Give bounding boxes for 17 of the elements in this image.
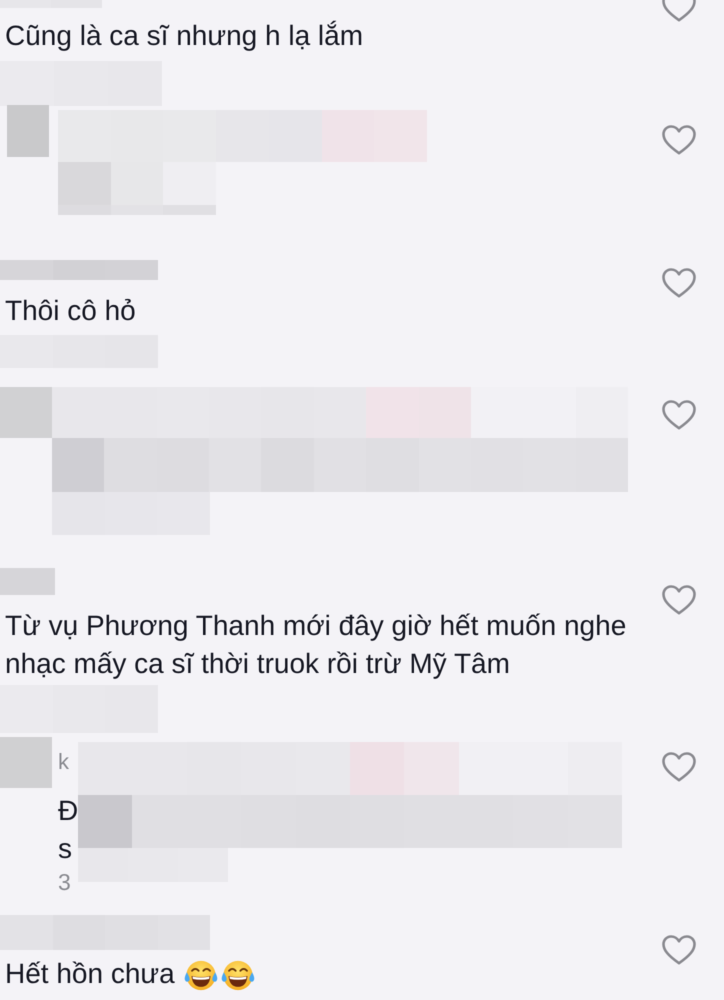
- reply-text: s: [58, 832, 72, 866]
- heart-icon[interactable]: [662, 0, 696, 22]
- comment-text: Thôi cô hỏ: [5, 294, 136, 328]
- heart-icon[interactable]: [662, 268, 696, 298]
- laughing-emoji-icon: [184, 959, 218, 993]
- reply-time: 3: [58, 868, 71, 896]
- heart-icon[interactable]: [662, 752, 696, 782]
- comment-text: Cũng là ca sĩ nhưng h lạ lắm: [5, 19, 364, 53]
- reply-username: k: [58, 748, 69, 776]
- heart-icon[interactable]: [662, 125, 696, 155]
- reply-text: Đ: [58, 794, 78, 828]
- comment-text: Hết hồn chưa: [5, 957, 175, 991]
- heart-icon[interactable]: [662, 400, 696, 430]
- heart-icon[interactable]: [662, 935, 696, 965]
- comment-text: Từ vụ Phương Thanh mới đây giờ hết muốn nghe nhạc mấy ca sĩ thời truok rồi trừ Mỹ Tâm: [5, 609, 628, 681]
- heart-icon[interactable]: [662, 585, 696, 615]
- laughing-emoji-icon: [220, 959, 255, 993]
